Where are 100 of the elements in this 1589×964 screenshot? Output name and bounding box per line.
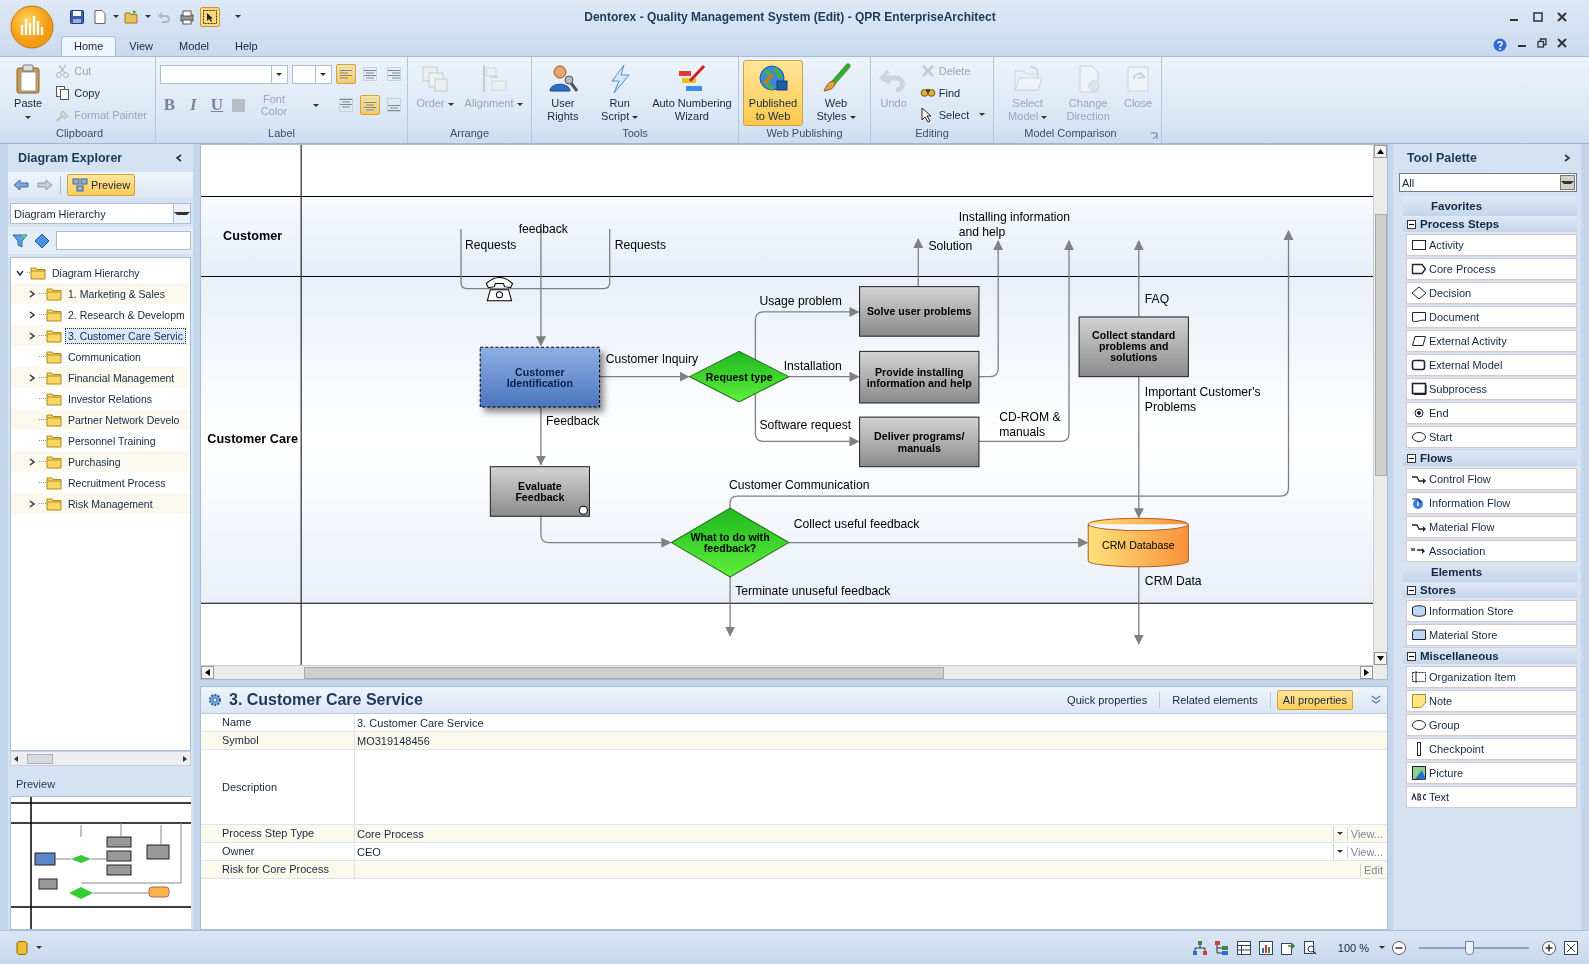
palette-item[interactable]: Material Flow [1406, 516, 1577, 538]
chart-icon[interactable] [1257, 939, 1274, 956]
palette-item[interactable]: Start [1406, 426, 1577, 448]
scroll-right-icon[interactable] [1363, 669, 1370, 676]
properties-tab[interactable]: Quick properties [1061, 690, 1154, 710]
toolbar-button[interactable]: Find [915, 82, 990, 103]
zoom-in-icon[interactable] [1541, 939, 1557, 956]
palette-filter-dropdown[interactable]: All [1399, 173, 1577, 192]
toolbar-button[interactable]: Published to Web [743, 60, 803, 126]
font-size-field[interactable] [291, 64, 332, 84]
search-field[interactable] [56, 231, 191, 250]
toolbar-button[interactable]: Paste [8, 60, 49, 126]
zoom-slider-thumb[interactable] [1464, 940, 1474, 955]
palette-item[interactable]: Picture [1406, 762, 1577, 784]
horizontal-scrollbar[interactable] [10, 751, 191, 766]
close-icon[interactable] [1557, 11, 1567, 22]
tree-item[interactable]: 2. Research & Developm [65, 306, 188, 323]
activity-box[interactable] [489, 466, 590, 517]
palette-item[interactable]: Subprocess [1406, 378, 1577, 400]
palette-item[interactable]: Note [1406, 690, 1577, 712]
ribbon-tab[interactable]: View [116, 36, 166, 56]
palette-item[interactable]: Material Store [1406, 624, 1577, 646]
palette-item[interactable]: Core Process [1406, 258, 1577, 280]
expand-icon[interactable] [1371, 695, 1381, 705]
palette-item[interactable]: Information Flow [1406, 492, 1577, 514]
activity-box[interactable] [859, 350, 980, 404]
diamond-icon[interactable] [34, 232, 50, 249]
close-icon[interactable] [1557, 37, 1567, 48]
zoom-slider[interactable] [1419, 940, 1529, 955]
view-link[interactable]: View... [1346, 826, 1387, 841]
zoom-page-icon[interactable] [1301, 939, 1318, 956]
tree-item[interactable]: Personnel Training [65, 432, 159, 449]
scroll-thumb[interactable] [27, 753, 53, 764]
scroll-left-icon[interactable] [204, 669, 211, 676]
view-link[interactable]: View... [1346, 844, 1387, 859]
palette-item[interactable]: Organization Item [1406, 666, 1577, 688]
tree-item[interactable]: Diagram Hierarchy [49, 264, 143, 281]
palette-item[interactable]: Association [1406, 540, 1577, 562]
expand-panel-icon[interactable] [1563, 154, 1571, 162]
database-icon[interactable] [14, 939, 30, 956]
palette-item[interactable]: Control Flow [1406, 468, 1577, 490]
palette-item[interactable]: External Activity [1406, 330, 1577, 352]
tree-item[interactable]: Investor Relations [65, 390, 156, 407]
process-box[interactable] [479, 346, 601, 408]
ribbon-tab[interactable]: Help [221, 36, 271, 56]
collapse-icon[interactable] [1407, 453, 1416, 463]
activity-box[interactable] [859, 416, 980, 468]
edit-button[interactable]: Edit [1360, 862, 1387, 877]
view-dropdown[interactable]: Diagram Hierarchy [10, 203, 191, 224]
palette-item[interactable]: Document [1406, 306, 1577, 328]
filter-icon[interactable] [12, 232, 28, 249]
select-tool-button[interactable] [200, 6, 220, 27]
tree-item[interactable]: Communication [65, 348, 144, 365]
help-icon[interactable] [1493, 37, 1507, 52]
zoom-out-icon[interactable] [1391, 939, 1407, 956]
toolbar-button[interactable]: Run Script [592, 60, 647, 126]
fit-to-window-icon[interactable] [1563, 939, 1579, 956]
properties-tab[interactable]: All properties [1276, 690, 1353, 710]
restore-icon[interactable] [1537, 37, 1547, 48]
decision-diamond[interactable] [670, 507, 790, 578]
toolbar-button[interactable]: Auto Numbering Wizard [649, 60, 734, 126]
palette-item[interactable]: External Model [1406, 354, 1577, 376]
toolbar-button[interactable]: Select [915, 104, 990, 125]
horizontal-scrollbar[interactable] [201, 665, 1373, 679]
palette-section[interactable]: Miscellaneous [1403, 647, 1577, 665]
properties-tab[interactable]: Related elements [1166, 690, 1264, 710]
palette-section[interactable]: Flows [1403, 449, 1577, 467]
activity-box[interactable] [1078, 316, 1189, 378]
align-button[interactable] [336, 95, 356, 115]
activity-box[interactable] [859, 286, 980, 337]
preview-button[interactable]: Preview [67, 174, 136, 196]
tree-item[interactable]: 3. Customer Care Servic [65, 327, 186, 344]
maximize-icon[interactable] [1533, 11, 1543, 22]
palette-item[interactable]: Activity [1406, 234, 1577, 256]
collapse-icon[interactable] [1407, 651, 1416, 661]
palette-section[interactable]: Stores [1403, 581, 1577, 599]
palette-item[interactable]: Decision [1406, 282, 1577, 304]
scroll-right-icon[interactable] [182, 755, 188, 762]
align-button[interactable] [359, 95, 380, 115]
align-button[interactable] [335, 64, 356, 84]
collapse-icon[interactable] [1407, 219, 1416, 229]
palette-item[interactable]: Group [1406, 714, 1577, 736]
vertical-scrollbar[interactable] [1373, 145, 1387, 665]
database-cylinder[interactable] [1087, 517, 1189, 568]
tree-item[interactable]: Recruitment Process [65, 474, 169, 491]
scroll-left-icon[interactable] [13, 755, 19, 762]
palette-item[interactable]: Text [1406, 786, 1577, 808]
scroll-down-icon[interactable] [1377, 655, 1384, 662]
toolbar-button[interactable]: Web Styles [806, 60, 866, 126]
scroll-up-icon[interactable] [1377, 148, 1384, 155]
tree-icon[interactable] [1213, 939, 1230, 956]
table-icon[interactable] [1235, 939, 1252, 956]
scroll-thumb[interactable] [304, 666, 944, 679]
toolbar-button[interactable]: Copy [51, 82, 151, 103]
scroll-thumb[interactable] [1374, 214, 1387, 476]
font-name-field[interactable] [159, 64, 288, 84]
palette-item[interactable]: End [1406, 402, 1577, 424]
app-logo-icon[interactable] [10, 5, 54, 49]
collapse-panel-icon[interactable] [175, 154, 183, 162]
palette-item[interactable]: Checkpoint [1406, 738, 1577, 760]
